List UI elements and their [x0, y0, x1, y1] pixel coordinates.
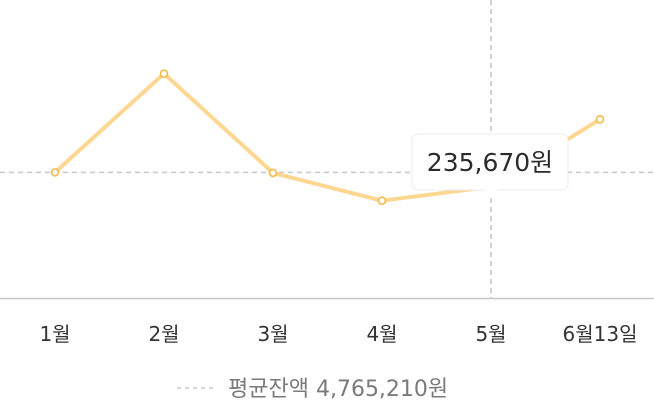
- x-tick-label: 3월: [257, 322, 288, 346]
- tooltip-pointer: [484, 189, 498, 197]
- x-tick-label: 5월: [475, 322, 506, 346]
- data-point[interactable]: [268, 168, 278, 178]
- legend: 평균잔액 4,765,210원: [177, 377, 448, 402]
- data-point[interactable]: [377, 196, 387, 205]
- tooltip-value: 235,670원: [427, 148, 553, 177]
- x-tick-label: 4월: [366, 322, 397, 346]
- line-chart-svg: 235,670원 1월 2월 3월 4월 5월 6월13일 평균잔액 4,765,210원: [0, 0, 654, 402]
- data-point[interactable]: [595, 114, 605, 124]
- value-tooltip: 235,670원: [411, 133, 569, 197]
- x-tick-label: 6월13일: [563, 322, 638, 346]
- balance-chart: 235,670원 1월 2월 3월 4월 5월 6월13일 평균잔액 4,765,210원: [0, 0, 654, 405]
- x-tick-label: 1월: [39, 322, 70, 346]
- data-point[interactable]: [50, 168, 60, 177]
- legend-label: 평균잔액 4,765,210원: [228, 377, 448, 402]
- data-point[interactable]: [159, 69, 169, 78]
- x-tick-label: 2월: [148, 322, 179, 346]
